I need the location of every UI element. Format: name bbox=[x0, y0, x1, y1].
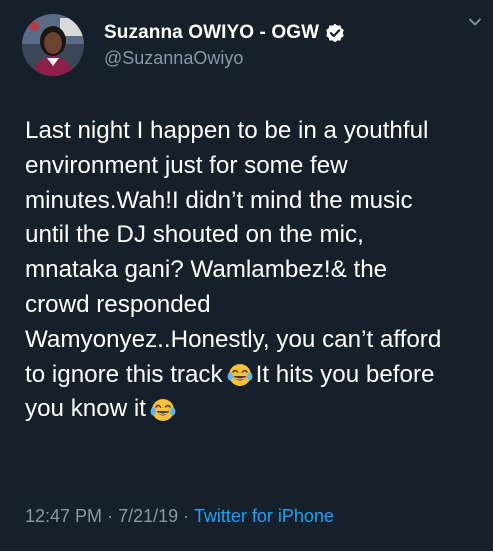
tweet-line: crowd responded bbox=[25, 290, 211, 318]
tweet-line: to ignore this track It hits you before bbox=[25, 358, 487, 393]
tweet-segment: to ignore this track bbox=[25, 360, 223, 388]
tweet-line: Last night I happen to be in a youthful bbox=[25, 117, 429, 144]
tweet-segment: you know it bbox=[25, 395, 146, 423]
tweet-line: until the DJ shouted on the mic, bbox=[25, 221, 364, 249]
tweet-meta: 12:47 PM · 7/21/19 · Twitter for iPhone bbox=[25, 506, 334, 527]
tweet-card: Suzanna OWIYO - OGW @SuzannaOwiyo Last n… bbox=[0, 0, 493, 551]
tweet-date[interactable]: 7/21/19 bbox=[118, 506, 178, 526]
chevron-down-icon[interactable] bbox=[467, 14, 483, 30]
tweet-line: mnataka gani? Wamlambez!& the bbox=[25, 256, 388, 284]
tears-of-joy-emoji-icon bbox=[150, 397, 176, 423]
meta-separator: · bbox=[183, 506, 190, 526]
author-row: Suzanna OWIYO - OGW bbox=[104, 22, 345, 44]
tweet-time[interactable]: 12:47 PM bbox=[25, 506, 102, 526]
tears-of-joy-emoji-icon bbox=[227, 362, 253, 388]
tweet-line: minutes.Wah!I didn’t mind the music bbox=[25, 186, 413, 214]
avatar-image bbox=[22, 14, 84, 76]
tweet-line: Wamyonyez..Honestly, you can’t afford bbox=[25, 325, 442, 353]
avatar[interactable] bbox=[22, 14, 84, 76]
tweet-source-link[interactable]: Twitter for iPhone bbox=[194, 506, 334, 526]
tweet-line: environment just for some few bbox=[25, 151, 348, 179]
tweet-segment: It hits you before bbox=[255, 360, 435, 388]
author-display-name[interactable]: Suzanna OWIYO - OGW bbox=[104, 22, 319, 44]
tweet-text: Last night I happen to be in a youthful … bbox=[25, 114, 487, 427]
author-handle[interactable]: @SuzannaOwiyo bbox=[104, 48, 243, 69]
tweet-line: you know it bbox=[25, 392, 487, 427]
meta-separator: · bbox=[107, 506, 114, 526]
verified-badge-icon bbox=[325, 23, 345, 43]
